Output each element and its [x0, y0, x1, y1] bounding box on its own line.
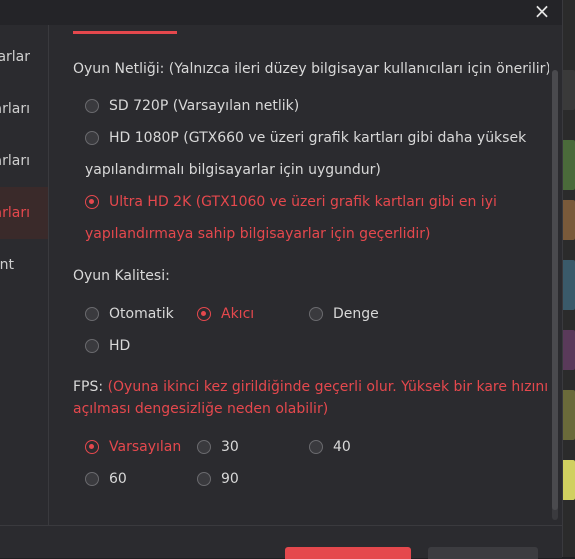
dialog-titlebar: × [0, 0, 562, 25]
sidebar-item-label: arları [0, 101, 30, 117]
option-label-continued: yapılandırmaya sahip bilgisayarlar için … [85, 226, 431, 242]
settings-dialog: × arlar arları arları arları nt Oyun Net… [0, 0, 563, 559]
option-label: 60 [109, 471, 127, 487]
scrollbar-thumb[interactable] [552, 70, 558, 510]
radio-icon[interactable] [85, 131, 99, 145]
sidebar-item-label: nt [0, 257, 14, 273]
sidebar-item-label: arlar [0, 49, 30, 65]
active-tab-indicator [73, 31, 177, 34]
radio-selected-icon[interactable] [85, 440, 99, 454]
cancel-button[interactable] [428, 547, 538, 559]
sidebar-item-active[interactable]: arları [0, 187, 48, 239]
fps-note-continued: açılması dengesizliğe neden olabilir) [73, 401, 329, 417]
sidebar-item[interactable]: nt [0, 239, 48, 291]
background-thumbnail [561, 70, 575, 110]
option-label: HD 1080P (GTX660 ve üzeri grafik kartlar… [109, 130, 527, 146]
sidebar-item[interactable]: arlar [0, 31, 48, 83]
fps-note: (Oyuna ikinci kez girildiğinde geçerli o… [107, 379, 549, 395]
radio-icon[interactable] [197, 440, 211, 454]
background-thumbnail [561, 460, 575, 500]
confirm-button[interactable] [285, 547, 411, 559]
content-scrollbar[interactable] [552, 70, 558, 520]
radio-selected-icon[interactable] [197, 307, 211, 321]
close-icon[interactable]: × [532, 0, 552, 22]
clarity-title: Oyun Netliği: (Yalnızca ileri düzey bilg… [73, 61, 549, 77]
sidebar-item[interactable]: arları [0, 135, 48, 187]
background-thumbnail [561, 200, 575, 240]
radio-selected-icon[interactable] [85, 195, 99, 209]
option-label: Denge [333, 306, 379, 322]
fps-label: FPS: [73, 379, 104, 395]
option-label: Otomatik [109, 306, 174, 322]
sidebar-item-label: arları [0, 205, 30, 221]
background-thumbnail [561, 390, 575, 440]
option-label: Ultra HD 2K (GTX1060 ve üzeri grafik kar… [109, 194, 497, 210]
option-label: SD 720P (Varsayılan netlik) [109, 98, 300, 114]
radio-icon[interactable] [85, 307, 99, 321]
background-thumbnail [561, 140, 575, 190]
option-label: Varsayılan [109, 439, 182, 455]
sidebar-item[interactable]: arları [0, 83, 48, 135]
radio-icon[interactable] [309, 440, 323, 454]
radio-icon[interactable] [85, 99, 99, 113]
radio-icon[interactable] [197, 472, 211, 486]
background-thumbnail [561, 330, 575, 370]
sidebar-item-label: arları [0, 153, 30, 169]
option-label: 90 [221, 471, 239, 487]
fps-title: FPS: (Oyuna ikinci kez girildiğinde geçe… [73, 379, 549, 395]
radio-icon[interactable] [85, 339, 99, 353]
option-label-continued: yapılandırmalı bilgisayarlar için uygund… [85, 162, 381, 178]
option-label: 30 [221, 439, 239, 455]
dialog-footer [0, 525, 562, 559]
option-label: Akıcı [221, 306, 255, 322]
quality-title: Oyun Kalitesi: [73, 268, 170, 284]
background-thumbnail [561, 260, 575, 310]
radio-icon[interactable] [85, 472, 99, 486]
option-label: 40 [333, 439, 351, 455]
settings-content: Oyun Netliği: (Yalnızca ileri düzey bilg… [49, 25, 549, 525]
settings-sidebar: arlar arları arları arları nt [0, 25, 49, 525]
option-label: HD [109, 338, 131, 354]
radio-icon[interactable] [309, 307, 323, 321]
